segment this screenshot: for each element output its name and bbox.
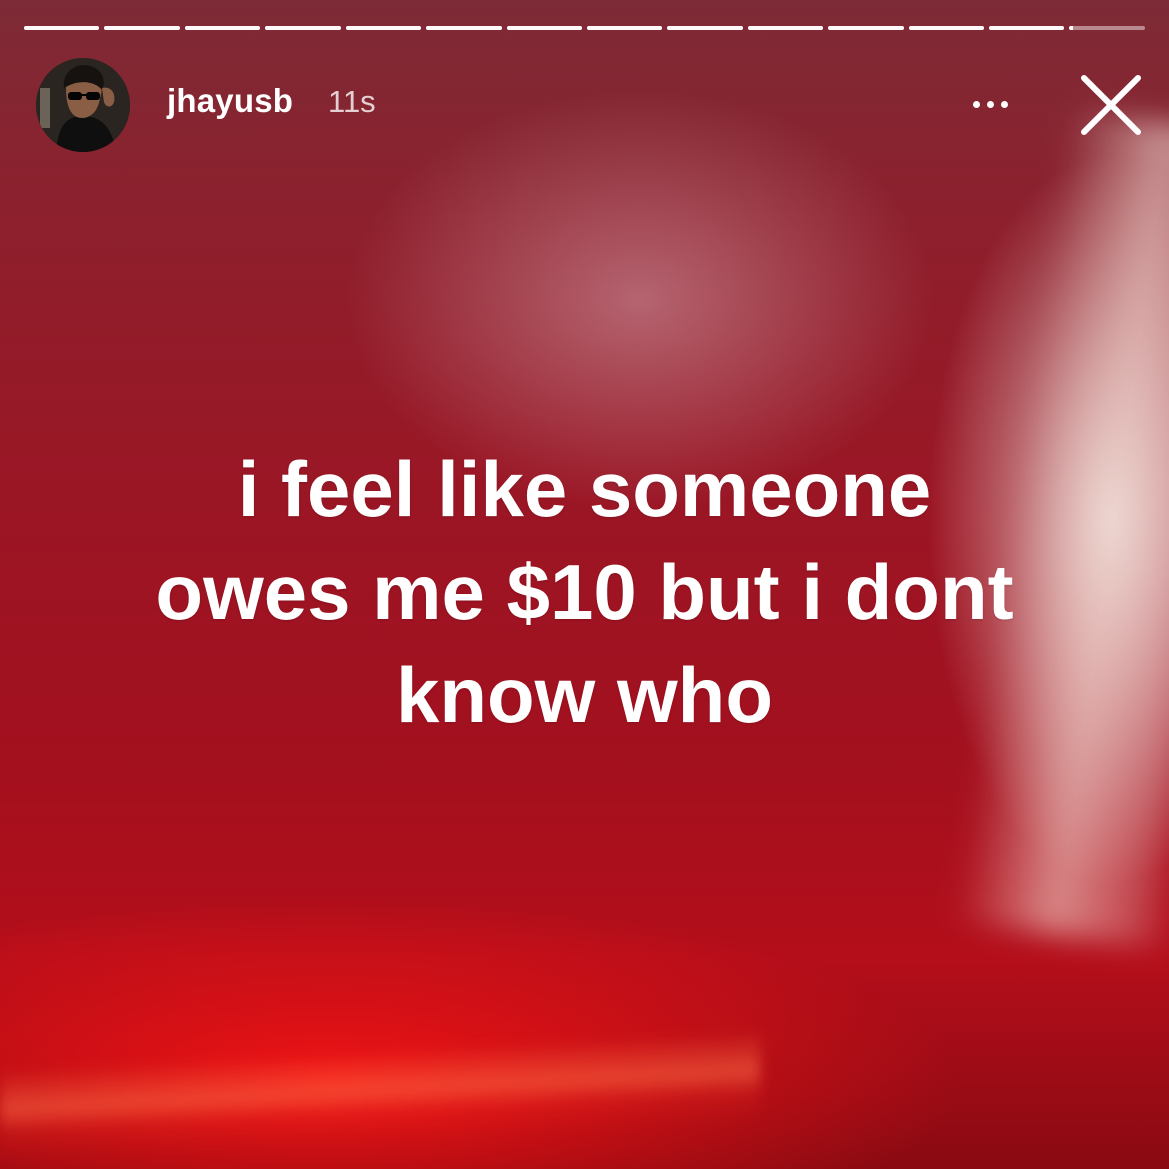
progress-segment-fill: [586, 26, 663, 30]
avatar[interactable]: [36, 58, 130, 152]
avatar-photo: [36, 58, 130, 152]
progress-segment-fill: [24, 26, 100, 30]
progress-segment-fill: [104, 26, 180, 30]
story-text-caption: i feel like someone owes me $10 but i do…: [0, 438, 1169, 747]
progress-segment-fill: [265, 26, 341, 30]
progress-segment: [586, 26, 663, 30]
story-progress-bar: [24, 26, 1145, 30]
progress-segment-fill: [989, 26, 1065, 30]
progress-segment: [104, 26, 180, 30]
more-horizontal-icon-dot: [1000, 100, 1008, 108]
background-red-glow: [0, 1030, 760, 1160]
progress-segment: [1069, 26, 1145, 30]
progress-segment-fill: [184, 26, 261, 30]
progress-segment: [989, 26, 1065, 30]
progress-segment: [828, 26, 904, 30]
progress-segment: [24, 26, 100, 30]
progress-segment: [265, 26, 341, 30]
progress-segment: [506, 26, 582, 30]
post-timestamp: 11s: [328, 84, 376, 119]
more-options-button[interactable]: [964, 84, 1016, 124]
username[interactable]: jhayusb: [167, 82, 293, 120]
story-header: jhayusb 11s: [36, 58, 1146, 152]
progress-segment: [426, 26, 502, 30]
more-horizontal-icon: [972, 100, 980, 108]
progress-segment: [345, 26, 422, 30]
progress-segment: [667, 26, 743, 30]
progress-segment-fill: [506, 26, 582, 30]
close-button[interactable]: [1076, 70, 1146, 140]
progress-segment-fill: [828, 26, 904, 30]
progress-segment-fill: [1069, 26, 1074, 30]
progress-segment: [184, 26, 261, 30]
progress-segment-fill: [345, 26, 422, 30]
progress-segment-fill: [667, 26, 743, 30]
progress-segment: [747, 26, 824, 30]
progress-segment-fill: [747, 26, 824, 30]
close-icon: [1081, 75, 1141, 135]
caption-line: owes me $10 but i dont: [155, 548, 1014, 636]
story-viewer[interactable]: jhayusb 11s i feel like someone owes me …: [0, 0, 1169, 1169]
caption-line: know who: [396, 651, 773, 739]
more-horizontal-icon-dot: [986, 100, 994, 108]
progress-segment-fill: [908, 26, 985, 30]
caption-line: i feel like someone: [237, 445, 932, 533]
progress-segment-fill: [426, 26, 502, 30]
progress-segment: [908, 26, 985, 30]
